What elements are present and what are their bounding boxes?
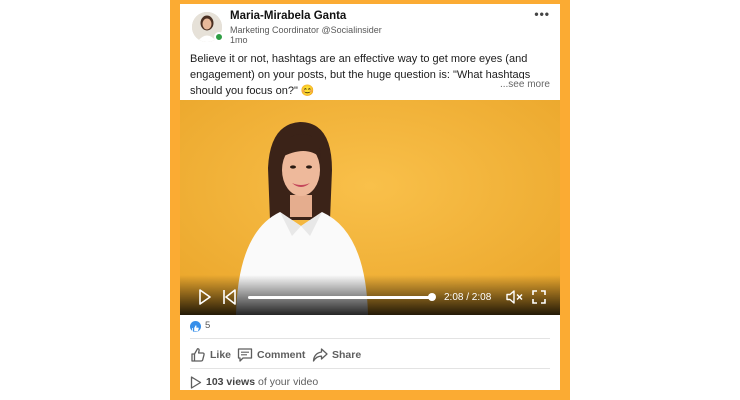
video-player[interactable]: 2:08 / 2:08 <box>180 100 560 315</box>
post-text: Believe it or not, hashtags are an effec… <box>190 53 531 97</box>
more-options-button[interactable]: ••• <box>534 7 550 21</box>
video-progress-handle[interactable] <box>428 293 436 301</box>
views-suffix: of your video <box>258 376 319 388</box>
post-header: Maria-Mirabela Ganta Marketing Coordinat… <box>180 4 560 46</box>
divider <box>190 338 550 339</box>
share-icon <box>312 348 328 362</box>
comment-label: Comment <box>257 349 306 361</box>
share-button[interactable]: Share <box>312 344 361 366</box>
post-timestamp: 1mo <box>230 35 248 45</box>
author-headline: Marketing Coordinator @Socialinsider <box>230 25 382 35</box>
post-card: Maria-Mirabela Ganta Marketing Coordinat… <box>180 4 560 390</box>
like-label: Like <box>210 349 232 361</box>
share-label: Share <box>332 349 362 361</box>
video-controls: 2:08 / 2:08 <box>180 275 560 315</box>
online-status-icon <box>214 32 224 42</box>
see-more-link[interactable]: ...see more <box>496 79 550 90</box>
video-time-display: 2:08 / 2:08 <box>444 292 492 303</box>
previous-icon[interactable] <box>222 289 236 305</box>
comment-button[interactable]: Comment <box>237 344 305 366</box>
like-button[interactable]: Like <box>190 344 231 366</box>
video-views-link[interactable]: 103 views of your video <box>190 374 318 390</box>
mute-icon[interactable] <box>506 290 524 304</box>
play-icon[interactable] <box>198 289 212 305</box>
fullscreen-icon[interactable] <box>532 290 546 304</box>
comment-icon <box>237 348 253 362</box>
author-name[interactable]: Maria-Mirabela Ganta <box>230 10 346 22</box>
thumbs-up-icon <box>191 348 205 362</box>
video-progress-bar[interactable] <box>248 296 432 299</box>
views-count: 103 views <box>206 376 256 388</box>
divider <box>190 368 550 369</box>
play-outline-icon <box>190 375 202 389</box>
reaction-count: 5 <box>205 320 211 331</box>
post-actions: Like Comment Share <box>190 344 550 366</box>
like-icon <box>190 321 201 332</box>
